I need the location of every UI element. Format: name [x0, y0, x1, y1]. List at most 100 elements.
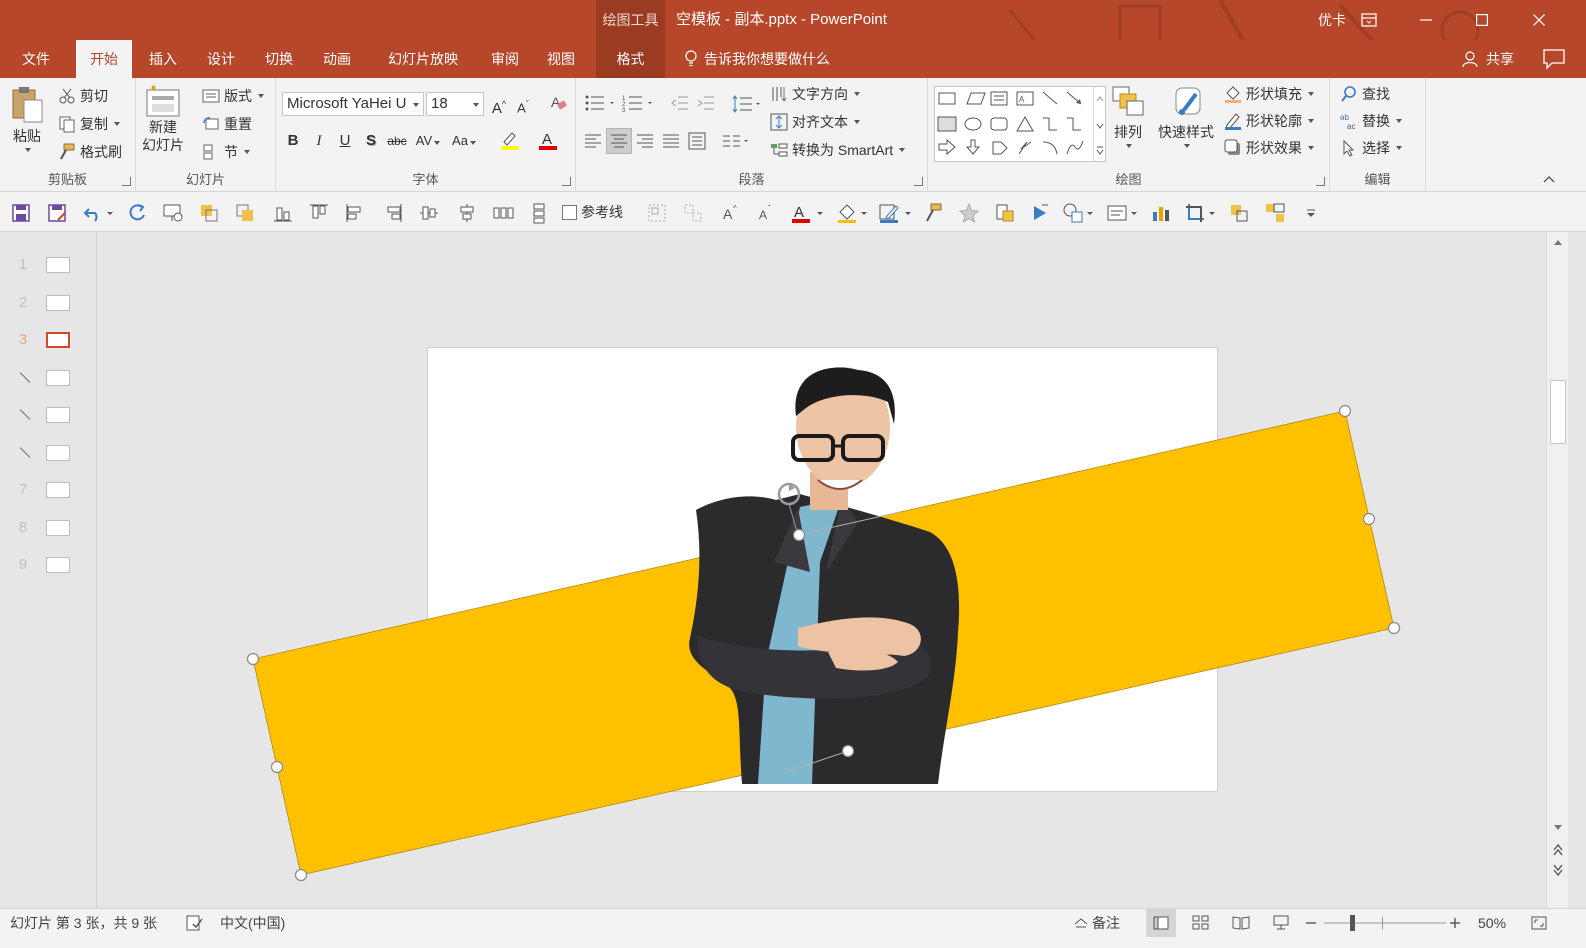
align-middle-icon[interactable]: [418, 202, 440, 224]
normal-view-button[interactable]: [1146, 909, 1176, 937]
distribute-horizontally-icon[interactable]: [492, 202, 514, 224]
text-box-icon[interactable]: [1106, 202, 1128, 224]
font-dialog-launcher[interactable]: [562, 177, 571, 186]
resize-handle-bottom[interactable]: [841, 744, 855, 758]
align-right-icon[interactable]: [636, 132, 654, 150]
chart-icon[interactable]: [1150, 202, 1172, 224]
align-right-objects-icon[interactable]: [382, 202, 404, 224]
tab-insert[interactable]: 插入: [138, 40, 188, 78]
align-center-button[interactable]: [606, 128, 632, 154]
align-center-objects-icon[interactable]: [456, 202, 478, 224]
shrink-font-button[interactable]: Aˇ: [512, 93, 534, 115]
align-left-objects-icon[interactable]: [344, 202, 366, 224]
decrease-indent-icon[interactable]: [670, 94, 690, 112]
zoom-slider-thumb[interactable]: [1350, 915, 1355, 931]
slide-thumbnail[interactable]: [46, 444, 70, 461]
spell-check-icon[interactable]: [186, 915, 204, 931]
notes-button[interactable]: 备注: [1074, 909, 1120, 937]
italic-button[interactable]: I: [308, 130, 330, 152]
resize-handle-bottom-left[interactable]: [294, 868, 308, 882]
copy-button[interactable]: 复制: [58, 114, 120, 134]
bring-forward-icon[interactable]: [198, 202, 220, 224]
edit-shape-icon[interactable]: [1264, 202, 1286, 224]
find-button[interactable]: 查找: [1340, 84, 1390, 104]
slide-thumbnail[interactable]: [46, 557, 70, 573]
reset-button[interactable]: 重置: [202, 114, 252, 134]
customize-toolbar-icon[interactable]: [1304, 202, 1318, 224]
tab-file[interactable]: 文件: [10, 40, 62, 78]
close-button[interactable]: [1516, 0, 1562, 40]
slide-thumbnail[interactable]: [46, 294, 70, 311]
vertical-scrollbar[interactable]: [1546, 232, 1568, 908]
animation-pane-icon[interactable]: [1030, 202, 1052, 224]
section-button[interactable]: 节: [202, 142, 250, 162]
maximize-button[interactable]: [1459, 0, 1505, 40]
numbering-icon[interactable]: 123: [622, 94, 654, 112]
collapse-ribbon-icon[interactable]: [1542, 174, 1556, 184]
scrollbar-thumb[interactable]: [1550, 380, 1566, 444]
undo-icon[interactable]: [82, 202, 104, 224]
decrease-font-icon[interactable]: Aˇ: [756, 202, 778, 224]
chevron-down-icon[interactable]: [1206, 202, 1218, 224]
group-objects-icon[interactable]: [646, 202, 668, 224]
redo-icon[interactable]: [126, 202, 148, 224]
shape-effects-button[interactable]: 形状效果: [1224, 138, 1314, 158]
distribute-vertically-icon[interactable]: [528, 202, 550, 224]
format-painter-button[interactable]: 格式刷: [58, 142, 122, 162]
save-icon[interactable]: [10, 202, 32, 224]
tab-design[interactable]: 设计: [196, 40, 246, 78]
resize-handle-right[interactable]: [1362, 512, 1376, 526]
chevron-down-icon[interactable]: [902, 202, 914, 224]
language-indicator[interactable]: 中文(中国): [220, 909, 285, 937]
distributed-icon[interactable]: [688, 132, 706, 150]
select-button[interactable]: 选择: [1340, 138, 1402, 158]
resize-handle-top[interactable]: [792, 528, 806, 542]
font-color-button[interactable]: A: [532, 130, 566, 152]
tab-slideshow[interactable]: 幻灯片放映: [372, 40, 474, 78]
slide-thumbnail[interactable]: [46, 332, 70, 348]
text-direction-button[interactable]: 文字方向: [770, 84, 860, 104]
align-bottom-icon[interactable]: [272, 202, 294, 224]
text-shadow-button[interactable]: S: [360, 130, 382, 152]
quick-styles-button[interactable]: 快速样式: [1158, 84, 1214, 148]
send-backward-icon[interactable]: [234, 202, 256, 224]
align-top-icon[interactable]: [308, 202, 330, 224]
increase-indent-icon[interactable]: [696, 94, 716, 112]
chevron-down-icon[interactable]: [814, 202, 826, 224]
guides-checkbox[interactable]: 参考线: [562, 192, 623, 232]
cut-button[interactable]: 剪切: [58, 86, 108, 106]
layout-button[interactable]: 版式: [202, 86, 264, 106]
font-color-icon[interactable]: A: [790, 202, 812, 224]
slide-editing-canvas[interactable]: [98, 232, 1546, 908]
resize-handle-left[interactable]: [270, 760, 284, 774]
tab-animations[interactable]: 动画: [312, 40, 362, 78]
reading-view-icon[interactable]: [1232, 915, 1250, 931]
comment-icon[interactable]: [1542, 48, 1566, 70]
paragraph-dialog-launcher[interactable]: [914, 177, 923, 186]
paste-button[interactable]: 粘贴: [10, 84, 44, 152]
tab-format[interactable]: 格式: [596, 40, 665, 78]
zoom-in-icon[interactable]: [1448, 915, 1462, 931]
tab-transitions[interactable]: 切换: [254, 40, 304, 78]
paint-bucket-icon[interactable]: [836, 202, 858, 224]
share-button[interactable]: 共享: [1462, 40, 1514, 78]
convert-smartart-button[interactable]: 转换为 SmartArt: [770, 140, 906, 160]
scroll-down-icon[interactable]: [1550, 822, 1566, 834]
fit-to-window-icon[interactable]: [1530, 915, 1548, 931]
drawing-dialog-launcher[interactable]: [1316, 177, 1325, 186]
user-name[interactable]: 优卡: [1318, 0, 1346, 40]
font-size-combobox[interactable]: 18: [426, 92, 484, 116]
chevron-down-icon[interactable]: [104, 202, 116, 224]
crop-icon[interactable]: [1184, 202, 1206, 224]
scroll-up-icon[interactable]: [1550, 236, 1566, 248]
resize-handle-top-right[interactable]: [1338, 404, 1352, 418]
columns-icon[interactable]: [722, 132, 752, 150]
slide-sorter-icon[interactable]: [1192, 915, 1210, 931]
slide-thumbnail[interactable]: [46, 257, 70, 273]
resize-handle-bottom-right[interactable]: [1387, 621, 1401, 635]
selection-pane-icon[interactable]: [994, 202, 1016, 224]
chevron-down-icon[interactable]: [858, 202, 870, 224]
slide-thumbnail[interactable]: [46, 407, 70, 423]
increase-font-icon[interactable]: A ^: [720, 202, 742, 224]
shape-fill-button[interactable]: 形状填充: [1224, 84, 1314, 104]
